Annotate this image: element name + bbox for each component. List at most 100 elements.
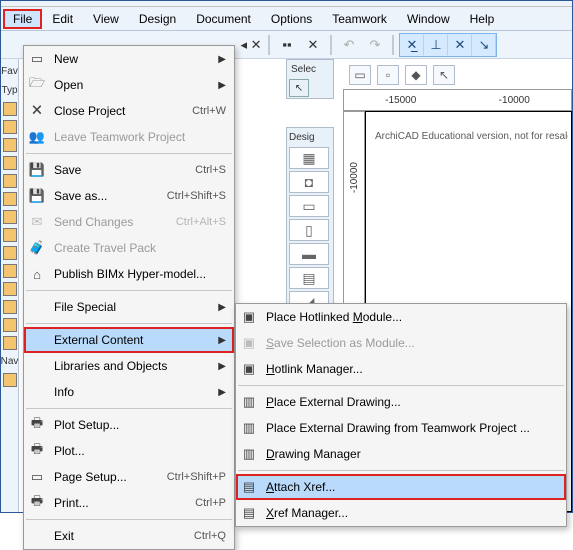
submenu-item-place-external-drawing-from-teamwork-project-[interactable]: ▥Place External Drawing from Teamwork Pr… (236, 415, 566, 441)
menu-item-external-content[interactable]: External Content▶ (24, 327, 234, 353)
menu-item-icon: ✉ (28, 213, 46, 231)
rail-icon[interactable] (3, 120, 17, 134)
submenu-item-label: Save Selection as Module... (266, 336, 415, 350)
slab-tool-icon[interactable]: ▬ (289, 243, 329, 265)
submenu-item-xref-manager-[interactable]: ▤Xref Manager... (236, 500, 566, 526)
menu-item-publish-bimx-hyper-model-[interactable]: ⌂ Publish BIMx Hyper-model... (24, 261, 234, 287)
snap-intersect-icon[interactable]: ✕ (448, 34, 472, 56)
rail-icon[interactable] (3, 300, 17, 314)
rail-typ[interactable]: Typ (1, 85, 17, 96)
menu-teamwork[interactable]: Teamwork (322, 9, 397, 29)
menu-item-icon (28, 527, 46, 545)
menu-item-label: Close Project (54, 104, 176, 118)
menu-item-icon: ▭ (28, 50, 46, 68)
rail-icon[interactable] (3, 156, 17, 170)
window-tool-icon[interactable]: ▭ (289, 195, 329, 217)
door-tool-icon[interactable]: ◘ (289, 171, 329, 193)
rail-icon[interactable] (3, 282, 17, 296)
submenu-arrow-icon: ▶ (218, 361, 226, 372)
menu-item-icon (28, 383, 46, 401)
menu-item-new[interactable]: ▭New▶ (24, 46, 234, 72)
ruler-tick: -10000 (499, 95, 530, 106)
rail-fav[interactable]: Fav (1, 66, 18, 77)
rail-icon[interactable] (3, 228, 17, 242)
menu-item-send-changes: ✉Send ChangesCtrl+Alt+S (24, 209, 234, 235)
undo-icon[interactable]: ↶ (337, 34, 361, 56)
menu-sep (26, 519, 232, 520)
menu-design[interactable]: Design (129, 9, 186, 29)
menu-item-print-[interactable]: 🖶Print...Ctrl+P (24, 490, 234, 516)
toolbar-sep (330, 35, 332, 55)
shortcut: Ctrl+Shift+S (167, 190, 226, 202)
menu-edit[interactable]: Edit (42, 9, 83, 29)
tb-close-icon[interactable]: ◂ ✕ (239, 34, 263, 56)
file-menu: ▭New▶🗁Open▶🗙Close ProjectCtrl+W👥Leave Te… (23, 45, 235, 550)
arrow-tool-icon[interactable]: ↖ (289, 79, 309, 97)
submenu-item-place-external-drawing-[interactable]: ▥Place External Drawing... (236, 389, 566, 415)
rail-icon[interactable] (3, 246, 17, 260)
menu-item-page-setup-[interactable]: ▭Page Setup...Ctrl+Shift+P (24, 464, 234, 490)
menu-options[interactable]: Options (261, 9, 322, 29)
mini-arrow-icon[interactable]: ↖ (433, 65, 455, 85)
menu-window[interactable]: Window (397, 9, 460, 29)
menu-item-open[interactable]: 🗁Open▶ (24, 72, 234, 98)
menu-item-info[interactable]: Info ▶ (24, 379, 234, 405)
menu-view[interactable]: View (83, 9, 129, 29)
column-tool-icon[interactable]: ▯ (289, 219, 329, 241)
mini-dot-icon[interactable]: ▫ (377, 65, 399, 85)
menu-document[interactable]: Document (186, 9, 261, 29)
select-panel: Selec ↖ (286, 59, 334, 99)
rail-icon[interactable] (3, 210, 17, 224)
rail-icon[interactable] (3, 318, 17, 332)
menu-item-icon: 🖶 (28, 494, 46, 512)
menu-item-libraries-and-objects[interactable]: Libraries and Objects▶ (24, 353, 234, 379)
menu-item-icon (28, 331, 46, 349)
submenu-arrow-icon: ▶ (218, 387, 226, 398)
menu-item-save-as-[interactable]: 💾Save as...Ctrl+Shift+S (24, 183, 234, 209)
mini-marquee-icon[interactable]: ▭ (349, 65, 371, 85)
stair-tool-icon[interactable]: ▤ (289, 267, 329, 289)
submenu-item-hotlink-manager-[interactable]: ▣Hotlink Manager... (236, 356, 566, 382)
wall-tool-icon[interactable]: ▦ (289, 147, 329, 169)
menu-item-icon: 🖶 (28, 442, 46, 460)
rail-icon[interactable] (3, 373, 17, 387)
tb-dots-icon[interactable]: ▪▪ (275, 34, 299, 56)
submenu-arrow-icon: ▶ (218, 335, 226, 346)
shortcut: Ctrl+W (192, 105, 226, 117)
rail-icon[interactable] (3, 264, 17, 278)
menu-item-plot-setup-[interactable]: 🖶Plot Setup... (24, 412, 234, 438)
menu-item-icon (28, 298, 46, 316)
submenu-item-drawing-manager[interactable]: ▥Drawing Manager (236, 441, 566, 467)
menu-item-icon: 💾 (28, 187, 46, 205)
snap-endpoint-icon[interactable]: ✕̲ (400, 34, 424, 56)
menu-item-save[interactable]: 💾SaveCtrl+S (24, 157, 234, 183)
rail-icon[interactable] (3, 174, 17, 188)
menu-item-plot-[interactable]: 🖶Plot... (24, 438, 234, 464)
snap-perp-icon[interactable]: ⊥ (424, 34, 448, 56)
tb-x-icon[interactable]: ✕ (301, 34, 325, 56)
menu-item-close-project[interactable]: 🗙Close ProjectCtrl+W (24, 98, 234, 124)
menu-file[interactable]: File (3, 9, 42, 29)
menu-item-file-special[interactable]: File Special▶ (24, 294, 234, 320)
mini-fill-icon[interactable]: ◆ (405, 65, 427, 85)
menu-item-icon: ⌂ (28, 265, 46, 283)
menu-item-label: Info (54, 385, 210, 399)
snap-edge-icon[interactable]: ↘ (472, 34, 496, 56)
rail-icon[interactable] (3, 102, 17, 116)
submenu-item-icon: ▤ (240, 504, 258, 522)
submenu-item-label: Place External Drawing from Teamwork Pro… (266, 421, 530, 435)
submenu-item-label: Place Hotlinked Module... (266, 310, 402, 324)
h-ruler: -15000 -10000 (343, 89, 572, 111)
redo-icon[interactable]: ↷ (363, 34, 387, 56)
rail-icon[interactable] (3, 192, 17, 206)
submenu-item-place-hotlinked-module-[interactable]: ▣ Place Hotlinked Module... (236, 304, 566, 330)
menu-item-label: Publish BIMx Hyper-model... (54, 267, 226, 281)
rail-icon[interactable] (3, 138, 17, 152)
menu-help[interactable]: Help (460, 9, 505, 29)
rail-icon[interactable] (3, 336, 17, 350)
submenu-item-attach-xref-[interactable]: ▤Attach Xref... (236, 474, 566, 500)
menu-item-exit[interactable]: ExitCtrl+Q (24, 523, 234, 549)
submenu-item-icon: ▣ (240, 308, 258, 326)
menubar: File Edit View Design Document Options T… (1, 7, 572, 31)
rail-nav[interactable]: Nav (1, 356, 19, 367)
